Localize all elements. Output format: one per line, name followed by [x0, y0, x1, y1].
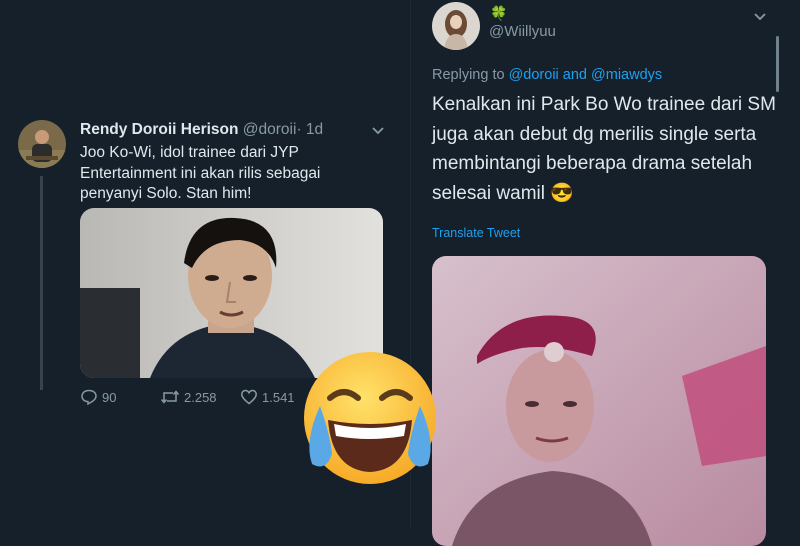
four-leaf-clover-icon: 🍀	[490, 5, 508, 21]
avatar[interactable]	[18, 120, 66, 168]
sunglasses-emoji-icon: 😎	[550, 182, 574, 204]
tweet-text: Joo Ko-Wi, idol trainee dari JYP Enterta…	[80, 143, 320, 205]
chevron-down-icon[interactable]	[752, 8, 768, 24]
mention-link[interactable]: @doroii	[509, 67, 559, 83]
avatar-photo	[18, 120, 66, 168]
tweet-text-line: penyanyi Solo. Stan him!	[80, 185, 252, 202]
retweet-button[interactable]: 2.258	[160, 388, 217, 406]
translate-tweet-link[interactable]: Translate Tweet	[432, 226, 520, 240]
reply-and: and	[562, 67, 587, 83]
tweet-text-line: Entertainment ini akan rilis sebagai	[80, 164, 321, 182]
replying-to: Replying to @doroii and @miawdys	[432, 67, 662, 83]
soldier-photo	[432, 256, 766, 546]
reply-button[interactable]: 90	[80, 388, 116, 406]
avatar[interactable]	[432, 2, 480, 50]
scrollbar[interactable]	[776, 36, 779, 92]
mention-link[interactable]: @miawdys	[591, 67, 662, 83]
like-button[interactable]: 1.541	[240, 388, 295, 406]
avatar-illustration	[432, 2, 480, 50]
reply-count: 90	[102, 389, 117, 405]
tweet-header: Rendy Doroii Herison @doroii· 1d	[80, 121, 323, 139]
retweet-icon	[160, 390, 180, 404]
tweet-text-line: membintangi beberapa drama setelah	[432, 153, 753, 174]
reply-icon	[81, 389, 97, 406]
like-count: 1.541	[262, 389, 295, 405]
tweet-text-line: selesai wamil	[432, 182, 545, 204]
retweet-count: 2.258	[184, 389, 217, 405]
tweet-text-line: Kenalkan ini Park Bo Wo trainee dari SM	[432, 94, 776, 115]
heart-icon	[241, 389, 257, 405]
chevron-down-icon[interactable]	[370, 122, 386, 138]
laughing-crying-emoji-icon	[298, 346, 442, 496]
thread-line	[40, 176, 43, 390]
tweet-text-line: juga akan debut dg merilis single serta	[432, 123, 757, 145]
replying-prefix: Replying to	[432, 67, 505, 83]
handle[interactable]: @Wiillyuu	[489, 23, 556, 40]
handle[interactable]: @doroii	[243, 121, 297, 138]
tweet-text-line: Joo Ko-Wi, idol trainee dari JYP	[80, 144, 299, 161]
tweet-text-line-last: selesai wamil 😎	[432, 179, 776, 209]
clover-icon: 🍀	[490, 5, 507, 21]
timestamp[interactable]: 1d	[306, 121, 323, 138]
display-name[interactable]: Rendy Doroii Herison	[80, 121, 238, 138]
tweet-text: Kenalkan ini Park Bo Wo trainee dari SM …	[432, 90, 776, 208]
tweet-photo[interactable]	[432, 256, 766, 546]
separator: ·	[296, 121, 302, 138]
